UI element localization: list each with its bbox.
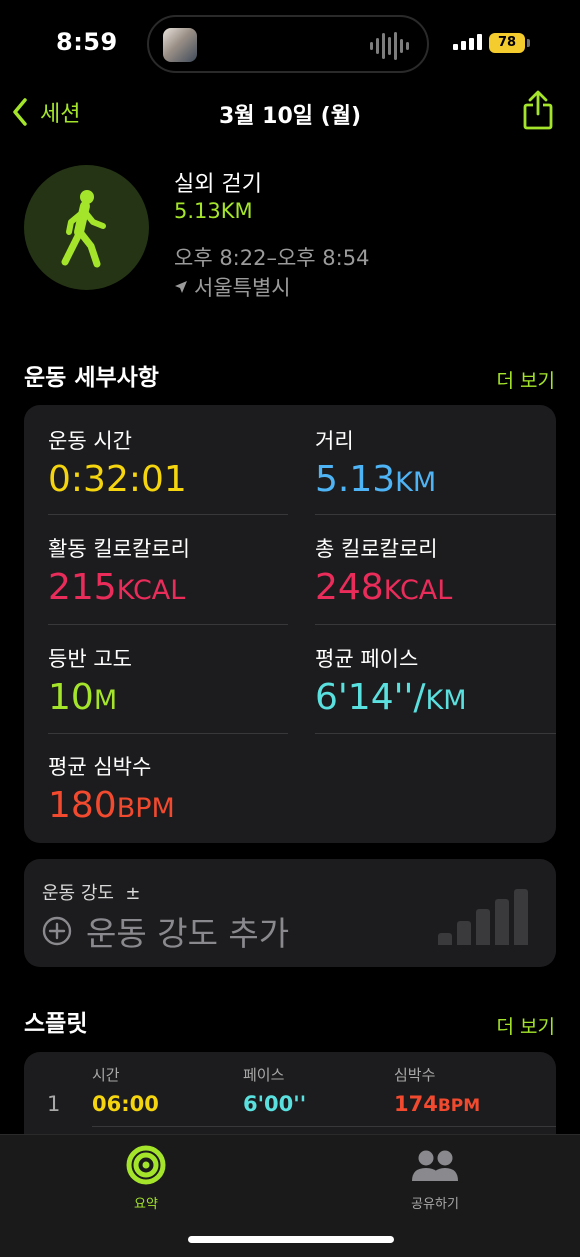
stat-unit: BPM	[116, 793, 175, 824]
stat-duration: 운동 시간 0:32:01	[48, 425, 187, 500]
stat-label: 거리	[315, 429, 354, 453]
stat-value: 5.13KM	[315, 459, 436, 500]
stat-value: 0:32:01	[48, 459, 187, 500]
workout-name: 실외 걷기	[174, 172, 262, 197]
add-intensity-label: 운동 강도 추가	[86, 914, 290, 953]
stat-total-calories: 총 킬로칼로리 248KCAL	[315, 533, 452, 608]
split-header-heart-rate: 심박수	[394, 1066, 436, 1084]
split-time: 06:00	[92, 1092, 159, 1116]
stat-unit: KCAL	[116, 575, 186, 606]
divider	[315, 733, 556, 734]
divider	[315, 624, 556, 625]
divider	[315, 514, 556, 515]
stat-average-heart-rate: 평균 심박수 180BPM	[48, 751, 175, 826]
tab-summary-label: 요약	[134, 1197, 158, 1212]
stat-value: 10M	[48, 677, 132, 718]
stat-number: 0:32:01	[48, 459, 187, 500]
details-more-link[interactable]: 더 보기	[497, 366, 555, 393]
stat-active-calories: 활동 킬로칼로리 215KCAL	[48, 533, 190, 608]
stat-label: 평균 페이스	[315, 647, 419, 671]
cellular-signal-icon	[453, 34, 482, 50]
split-hr-value: 174	[394, 1092, 438, 1116]
split-heart-rate: 174BPM	[394, 1092, 480, 1116]
stat-label: 평균 심박수	[48, 755, 152, 779]
add-intensity-button[interactable]: 운동 강도 추가	[42, 907, 289, 955]
tab-summary[interactable]: 요약	[86, 1145, 206, 1212]
divider	[48, 514, 288, 515]
splits-more-link[interactable]: 더 보기	[497, 1012, 555, 1039]
home-indicator[interactable]	[188, 1236, 394, 1243]
intensity-card[interactable]: 운동 강도 ± 운동 강도 추가	[24, 859, 556, 967]
intensity-title: 운동 강도	[42, 883, 114, 904]
split-pace: 6'00''	[243, 1092, 307, 1116]
workout-location: 서울특별시	[174, 272, 291, 302]
stat-value: 180BPM	[48, 785, 175, 826]
now-playing-artwork[interactable]	[163, 28, 197, 62]
stat-value: 248KCAL	[315, 567, 452, 608]
splits-section-title: 스플릿	[24, 1011, 88, 1037]
plus-minus-icon: ±	[125, 883, 141, 904]
stat-unit: KCAL	[383, 575, 453, 606]
workout-type-badge	[24, 165, 149, 290]
details-section-title: 운동 세부사항	[24, 365, 159, 391]
plus-circle-icon	[42, 916, 72, 946]
split-index: 1	[47, 1092, 61, 1116]
workout-time-range: 오후 8:22–오후 8:54	[174, 246, 370, 270]
dynamic-island[interactable]	[147, 15, 429, 73]
split-header-pace: 페이스	[243, 1066, 285, 1084]
battery-icon: 78	[489, 33, 525, 53]
battery-cap	[527, 39, 530, 47]
page-title: 3월 10일 (월)	[218, 104, 362, 129]
stat-elevation-gain: 등반 고도 10M	[48, 643, 132, 718]
intensity-label: 운동 강도 ±	[42, 879, 141, 905]
stat-number: 10	[48, 677, 94, 718]
divider	[92, 1126, 556, 1127]
stat-average-pace: 평균 페이스 6'14''/KM	[315, 643, 467, 718]
stat-value: 215KCAL	[48, 567, 190, 608]
location-arrow-icon	[175, 281, 187, 293]
status-bar: 8:59 78	[0, 0, 580, 86]
stat-unit: KM	[425, 685, 467, 716]
activity-rings-icon	[126, 1145, 166, 1185]
stat-number: 5.13	[315, 459, 396, 500]
stat-label: 등반 고도	[48, 647, 132, 671]
stat-unit: KM	[395, 467, 437, 498]
split-hr-unit: BPM	[437, 1096, 481, 1116]
workout-details-card: 운동 시간 0:32:01 거리 5.13KM 활동 킬로칼로리 215KCAL…	[24, 405, 556, 843]
stat-unit: M	[93, 685, 118, 716]
share-icon	[523, 90, 553, 130]
divider	[48, 733, 288, 734]
stat-value: 6'14''/KM	[315, 677, 467, 718]
stat-number: 215	[48, 567, 117, 608]
stat-number: 248	[315, 567, 384, 608]
audio-waveform-icon	[370, 31, 409, 61]
walking-figure-icon	[61, 189, 106, 267]
split-header-time: 시간	[92, 1066, 120, 1084]
tab-sharing[interactable]: 공유하기	[375, 1145, 495, 1212]
stat-label: 활동 킬로칼로리	[48, 537, 190, 561]
divider	[48, 624, 288, 625]
stat-number: 6'14''/	[315, 677, 426, 718]
status-time: 8:59	[56, 28, 118, 56]
tab-sharing-label: 공유하기	[411, 1197, 459, 1212]
stat-number: 180	[48, 785, 117, 826]
people-icon	[412, 1150, 458, 1181]
share-button[interactable]	[522, 90, 554, 134]
stat-distance: 거리 5.13KM	[315, 425, 436, 500]
workout-distance: 5.13KM	[174, 199, 253, 223]
location-label: 서울특별시	[194, 276, 291, 300]
intensity-meter-icon	[438, 889, 528, 945]
stat-label: 총 킬로칼로리	[315, 537, 438, 561]
stat-label: 운동 시간	[48, 429, 132, 453]
navigation-bar: 세션 3월 10일 (월)	[0, 86, 580, 138]
